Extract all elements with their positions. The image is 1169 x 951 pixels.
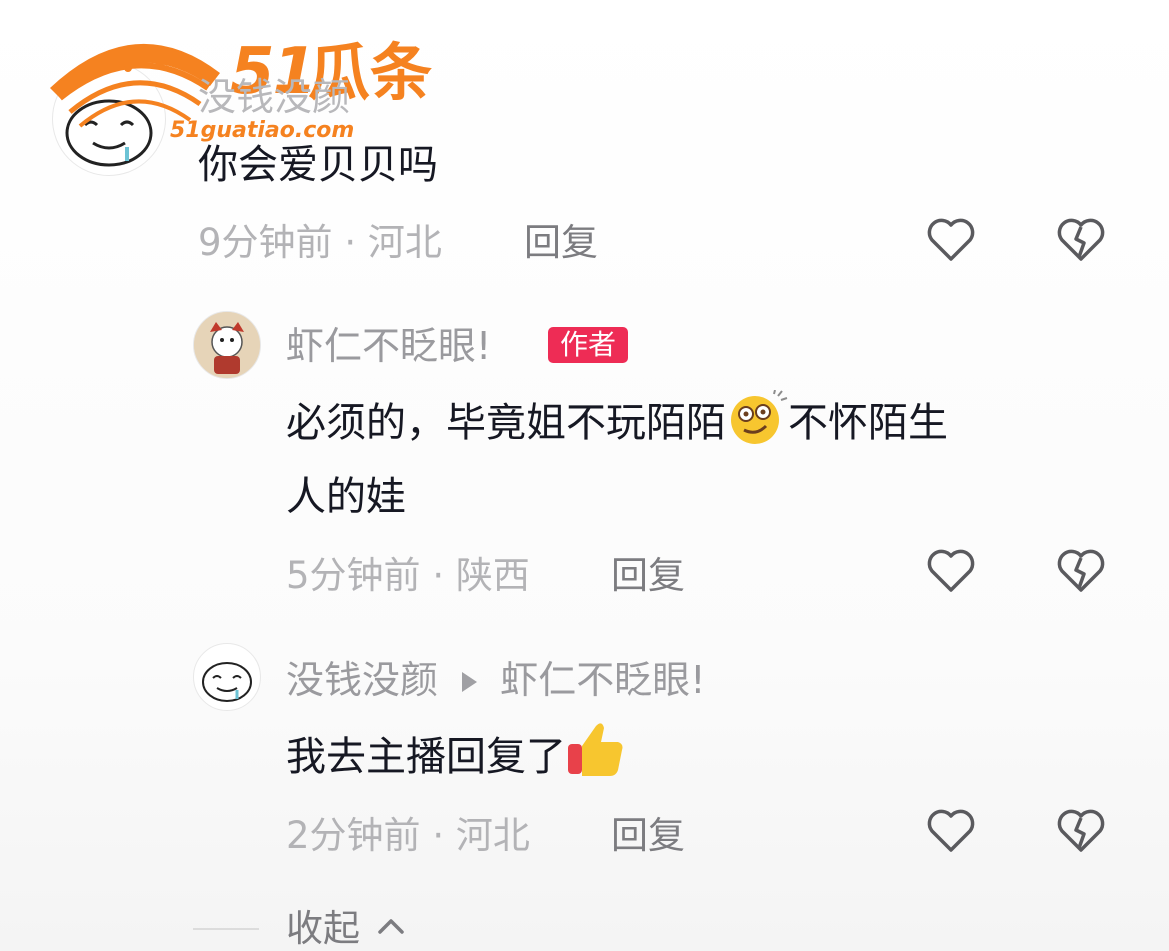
- broken-heart-icon[interactable]: [1054, 213, 1108, 267]
- reply-text-part: 必须的，毕竟姐不玩陌陌: [286, 400, 726, 446]
- avatar[interactable]: [193, 311, 261, 379]
- reply-button[interactable]: 回复: [611, 557, 685, 594]
- reply-text: 我去主播回复了: [286, 718, 626, 794]
- reply-text-part: 人的娃: [286, 474, 406, 520]
- broken-heart-icon[interactable]: [1054, 544, 1108, 598]
- broken-heart-icon[interactable]: [1054, 804, 1108, 858]
- heart-outline-icon[interactable]: [924, 804, 978, 858]
- heart-outline-icon[interactable]: [924, 544, 978, 598]
- collapse-label: 收起: [286, 907, 360, 950]
- chevron-up-icon: [378, 919, 404, 934]
- reply-location: 河北: [455, 814, 530, 857]
- reply-location: 陕西: [455, 554, 530, 597]
- heart-outline-icon[interactable]: [924, 213, 978, 267]
- reply-button[interactable]: 回复: [524, 224, 598, 261]
- thumbs-up-emoji: [568, 723, 623, 776]
- reply-time: 5分钟前: [286, 554, 421, 597]
- meta-separator: ·: [432, 814, 456, 857]
- comment-time: 9分钟前: [198, 221, 333, 264]
- comment-location: 河北: [367, 221, 442, 264]
- comment-username[interactable]: 没钱没颜: [198, 78, 350, 116]
- reply-username[interactable]: 虾仁不眨眼!: [286, 327, 491, 365]
- dazed-face-emoji: [731, 390, 788, 444]
- avatar[interactable]: [193, 643, 261, 711]
- triangle-right-icon: [462, 672, 478, 692]
- meta-separator: ·: [344, 221, 368, 264]
- reply-username[interactable]: 没钱没颜: [286, 658, 438, 702]
- meta-separator: ·: [432, 554, 456, 597]
- reply-button[interactable]: 回复: [611, 817, 685, 854]
- author-badge: 作者: [548, 327, 629, 363]
- reply-meta: 5分钟前 · 陕西: [286, 557, 530, 594]
- collapse-button[interactable]: 收起: [286, 910, 406, 947]
- reply-time: 2分钟前: [286, 814, 421, 857]
- collapse-divider: [193, 928, 259, 930]
- reply-to-username[interactable]: 虾仁不眨眼!: [500, 658, 705, 702]
- comment-text: 你会爱贝贝吗: [198, 142, 438, 188]
- reply-text: 必须的，毕竟姐不玩陌陌 不怀陌生 人的娃: [286, 386, 948, 534]
- reply-text-part: 不怀陌生: [788, 400, 948, 446]
- reply-meta: 2分钟前 · 河北: [286, 817, 530, 854]
- reply-username-line: 没钱没颜 虾仁不眨眼!: [286, 661, 705, 699]
- reply-text-part: 我去主播回复了: [286, 734, 566, 780]
- comment-meta: 9分钟前 · 河北: [198, 224, 442, 261]
